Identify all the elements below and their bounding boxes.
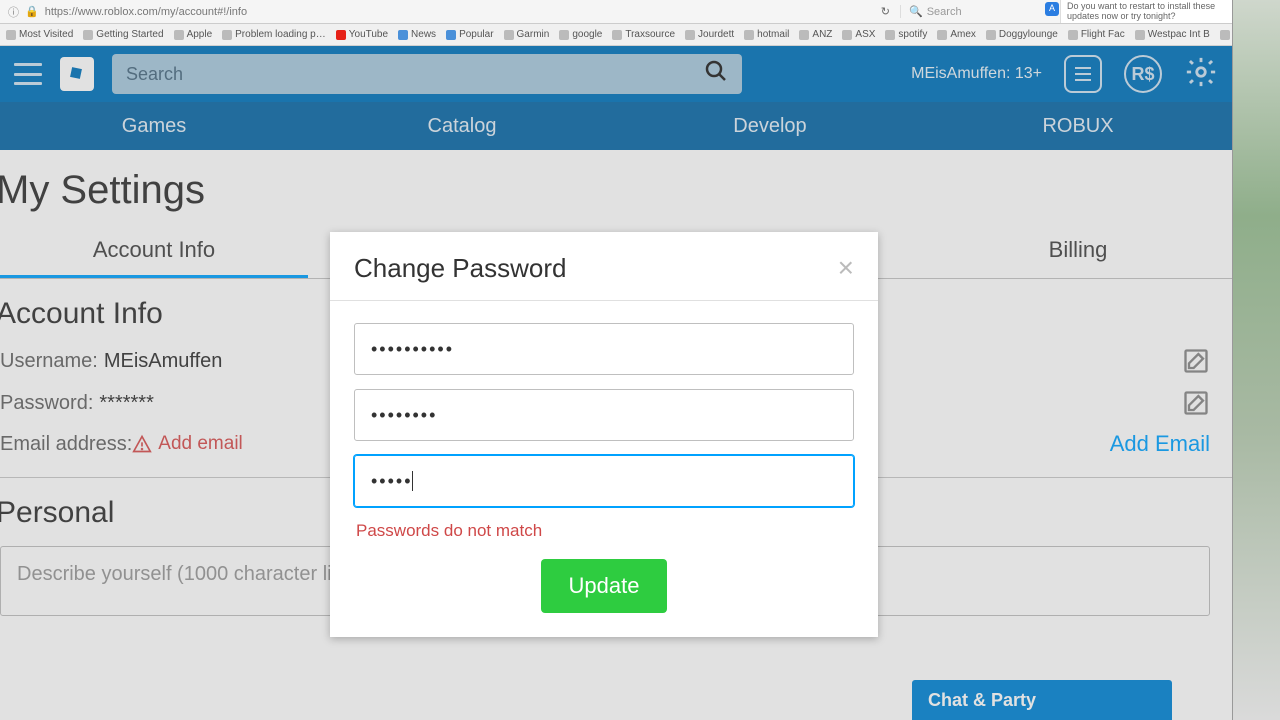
bookmark-item[interactable]: ASX xyxy=(842,29,875,40)
tab-billing[interactable]: Billing xyxy=(924,225,1232,278)
update-button[interactable]: Update xyxy=(541,559,668,613)
bookmark-item[interactable]: Popular xyxy=(446,29,493,40)
bookmark-item[interactable]: News xyxy=(398,29,436,40)
username-age[interactable]: MEisAmuffen: 13+ xyxy=(911,65,1042,83)
browser-search-placeholder: Search xyxy=(927,6,962,18)
bookmark-item[interactable]: Problem loading p… xyxy=(222,29,326,40)
bookmark-item[interactable]: Amex xyxy=(937,29,976,40)
site-search[interactable]: Search xyxy=(112,54,742,94)
info-icon[interactable]: ⓘ xyxy=(8,4,19,20)
menu-icon[interactable] xyxy=(14,63,42,85)
bookmarks-bar: Most Visited Getting Started Apple Probl… xyxy=(0,24,1280,46)
username-value: MEisAmuffen xyxy=(104,350,223,373)
modal-title: Change Password xyxy=(354,253,566,284)
bookmark-item[interactable]: YouTube xyxy=(336,29,388,40)
tab-account-info[interactable]: Account Info xyxy=(0,225,308,278)
notifications-icon[interactable] xyxy=(1064,55,1102,93)
warning-icon xyxy=(132,434,152,454)
nav-games[interactable]: Games xyxy=(0,102,308,150)
bookmark-item[interactable]: google xyxy=(559,29,602,40)
bookmark-item[interactable]: Westpac Int B xyxy=(1135,29,1210,40)
current-password-input[interactable] xyxy=(354,323,854,375)
bookmark-item[interactable]: Jourdett xyxy=(685,29,734,40)
bookmark-item[interactable]: Getting Started xyxy=(83,29,163,40)
add-email-text[interactable]: Add email xyxy=(158,433,243,455)
roblox-logo[interactable] xyxy=(60,57,94,91)
page-title: My Settings xyxy=(0,168,1232,225)
password-label: Password: xyxy=(0,392,93,415)
bookmark-item[interactable]: spotify xyxy=(885,29,927,40)
describe-placeholder: Describe yourself (1000 character li xyxy=(17,563,332,585)
username-label: Username: xyxy=(0,350,98,373)
robux-icon[interactable]: R$ xyxy=(1124,55,1162,93)
chat-label: Chat & Party xyxy=(928,690,1036,711)
appstore-icon: A xyxy=(1045,2,1059,16)
bookmark-item[interactable]: Garmin xyxy=(504,29,550,40)
bookmark-item[interactable]: Flight Fac xyxy=(1068,29,1125,40)
bookmark-item[interactable]: Traxsource xyxy=(612,29,675,40)
chat-party-bar[interactable]: Chat & Party xyxy=(912,680,1172,720)
email-warning: Add email xyxy=(132,433,243,455)
browser-search[interactable]: 🔍 Search xyxy=(900,5,1060,18)
new-password-input[interactable] xyxy=(354,389,854,441)
browser-address-bar: ⓘ 🔒 https://www.roblox.com/my/account#!/… xyxy=(0,0,1280,24)
site-header: Search MEisAmuffen: 13+ R$ xyxy=(0,46,1232,102)
bookmark-item[interactable]: Most Visited xyxy=(6,29,73,40)
password-value: ******* xyxy=(99,392,153,415)
bookmark-item[interactable]: Apple xyxy=(174,29,213,40)
search-icon[interactable] xyxy=(704,59,728,89)
add-email-link[interactable]: Add Email xyxy=(1110,431,1210,457)
bookmark-item[interactable]: hotmail xyxy=(744,29,789,40)
edit-password-icon[interactable] xyxy=(1182,389,1210,417)
close-icon[interactable]: × xyxy=(838,252,854,284)
bookmark-item[interactable]: ANZ xyxy=(799,29,832,40)
settings-icon[interactable] xyxy=(1184,55,1218,94)
desktop-edge xyxy=(1232,0,1280,720)
update-notification[interactable]: A Do you want to restart to install thes… xyxy=(1060,0,1240,23)
search-placeholder: Search xyxy=(126,64,183,85)
confirm-password-value: ••••• xyxy=(371,471,413,492)
email-label: Email address: xyxy=(0,433,132,456)
bookmark-item[interactable]: Doggylounge xyxy=(986,29,1058,40)
change-password-modal: Change Password × ••••• Passwords do not… xyxy=(330,232,878,637)
reload-icon[interactable]: ↻ xyxy=(871,5,900,18)
primary-nav: Games Catalog Develop ROBUX xyxy=(0,102,1232,150)
edit-username-icon[interactable] xyxy=(1182,347,1210,375)
lock-icon: 🔒 xyxy=(25,5,39,18)
nav-catalog[interactable]: Catalog xyxy=(308,102,616,150)
url-text[interactable]: https://www.roblox.com/my/account#!/info xyxy=(45,6,247,18)
password-error: Passwords do not match xyxy=(356,521,854,541)
search-icon: 🔍 xyxy=(909,5,923,18)
confirm-password-input[interactable]: ••••• xyxy=(354,455,854,507)
nav-develop[interactable]: Develop xyxy=(616,102,924,150)
nav-robux[interactable]: ROBUX xyxy=(924,102,1232,150)
